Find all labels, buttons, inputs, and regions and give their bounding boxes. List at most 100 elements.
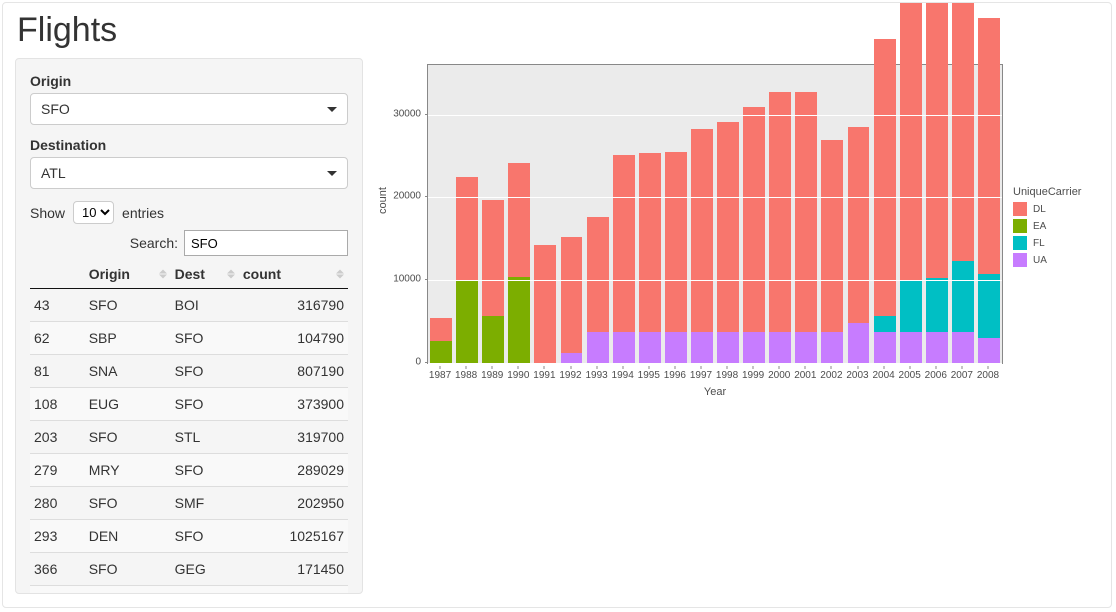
- table-row[interactable]: 279MRYSFO289029: [30, 454, 348, 487]
- bar-segment-FL: [952, 261, 974, 332]
- bar: [769, 92, 791, 363]
- x-tick-label: 1991: [533, 370, 555, 381]
- cell-origin: SFO: [85, 553, 171, 586]
- x-tick-label: 1988: [455, 370, 477, 381]
- legend-label: FL: [1033, 238, 1045, 249]
- bar-segment-DL: [456, 177, 478, 280]
- bar-segment-EA: [482, 316, 504, 363]
- x-tick-label: 1990: [507, 370, 529, 381]
- bar: [821, 140, 843, 363]
- bar: [613, 155, 635, 363]
- legend: UniqueCarrier DLEAFLUA: [1013, 186, 1081, 270]
- x-tick-label: 2007: [951, 370, 973, 381]
- cell-dest: STL: [171, 421, 239, 454]
- bar: [743, 107, 765, 363]
- x-tick-label: 1987: [429, 370, 451, 381]
- col-origin[interactable]: Origin: [85, 260, 171, 289]
- legend-label: UA: [1033, 255, 1047, 266]
- x-tick-label: 1994: [612, 370, 634, 381]
- bar-segment-UA: [665, 332, 687, 363]
- bar-segment-DL: [561, 237, 583, 353]
- x-tick-label: 1996: [664, 370, 686, 381]
- bar-segment-EA: [456, 280, 478, 363]
- bar-segment-UA: [769, 332, 791, 363]
- table-row[interactable]: 62SBPSFO104790: [30, 322, 348, 355]
- bar-segment-UA: [900, 332, 922, 363]
- y-tick-label: 0: [415, 357, 421, 368]
- cell-count: 289029: [239, 454, 348, 487]
- bar-segment-DL: [691, 129, 713, 333]
- x-tick-label: 1995: [638, 370, 660, 381]
- x-tick-label: 2006: [925, 370, 947, 381]
- table-row[interactable]: 366SFOGEG171450: [30, 553, 348, 586]
- search-input[interactable]: [184, 230, 348, 256]
- bar-segment-DL: [717, 122, 739, 332]
- bar: [430, 318, 452, 363]
- show-text: Show: [30, 205, 65, 221]
- x-axis-label: Year: [427, 386, 1003, 398]
- bar-segment-DL: [613, 155, 635, 332]
- table-row[interactable]: 43SFOBOI316790: [30, 289, 348, 322]
- bar-segment-UA: [717, 332, 739, 363]
- bar-segment-EA: [508, 277, 530, 363]
- table-row[interactable]: 81SNASFO807190: [30, 355, 348, 388]
- cell-origin: SFO: [85, 586, 171, 595]
- cell-count: 171450: [239, 553, 348, 586]
- bar: [952, 2, 974, 363]
- bar-segment-DL: [430, 318, 452, 340]
- y-tick-label: 10000: [393, 274, 421, 285]
- x-tick-label: 2000: [768, 370, 790, 381]
- origin-select[interactable]: SFO: [30, 93, 348, 125]
- bar: [508, 163, 530, 363]
- bar-segment-DL: [978, 18, 1000, 275]
- bar: [926, 3, 948, 363]
- x-tick-label: 1992: [559, 370, 581, 381]
- table-length-control: Show 10 entries: [30, 201, 348, 224]
- bar-segment-DL: [821, 140, 843, 332]
- bar: [848, 127, 870, 363]
- table-row[interactable]: 203SFOSTL319700: [30, 421, 348, 454]
- bar-segment-DL: [534, 245, 556, 363]
- legend-item-FL: FL: [1013, 236, 1081, 250]
- cell-origin: MRY: [85, 454, 171, 487]
- col-count[interactable]: count: [239, 260, 348, 289]
- bar-segment-UA: [795, 332, 817, 363]
- sidebar-panel: Origin SFO Destination ATL Show 10 entri…: [15, 58, 363, 594]
- bar-segment-DL: [926, 3, 948, 278]
- col-index[interactable]: [30, 260, 85, 289]
- cell-dest: SFO: [171, 454, 239, 487]
- page-length-select[interactable]: 10: [73, 201, 114, 224]
- bar: [874, 39, 896, 363]
- table-row[interactable]: 280SFOSMF202950: [30, 487, 348, 520]
- bar-segment-DL: [900, 2, 922, 281]
- col-dest[interactable]: Dest: [171, 260, 239, 289]
- bar-segment-UA: [639, 332, 661, 363]
- cell-index: 108: [30, 388, 85, 421]
- bar-segment-DL: [639, 153, 661, 333]
- cell-index: 62: [30, 322, 85, 355]
- table-header-row: Origin Dest count: [30, 260, 348, 289]
- y-axis: 0100002000030000: [385, 64, 425, 364]
- table-row[interactable]: 293DENSFO1025167: [30, 520, 348, 553]
- bar-segment-DL: [508, 163, 530, 277]
- origin-label: Origin: [30, 73, 348, 89]
- bar: [639, 153, 661, 363]
- table-row[interactable]: 378SFOMRY288150: [30, 586, 348, 595]
- origin-value: SFO: [41, 101, 70, 117]
- x-tick-label: 1997: [690, 370, 712, 381]
- bar-segment-UA: [952, 332, 974, 363]
- cell-index: 43: [30, 289, 85, 322]
- x-tick-label: 2008: [977, 370, 999, 381]
- chart-canvas: [427, 64, 1003, 364]
- destination-select[interactable]: ATL: [30, 157, 348, 189]
- x-tick-label: 2003: [846, 370, 868, 381]
- legend-item-DL: DL: [1013, 202, 1081, 216]
- legend-swatch: [1013, 219, 1027, 233]
- legend-swatch: [1013, 253, 1027, 267]
- x-tick-label: 2004: [872, 370, 894, 381]
- table-row[interactable]: 108EUGSFO373900: [30, 388, 348, 421]
- bar: [717, 122, 739, 363]
- bar-segment-FL: [900, 281, 922, 332]
- chevron-down-icon: [327, 107, 337, 112]
- bar: [665, 152, 687, 363]
